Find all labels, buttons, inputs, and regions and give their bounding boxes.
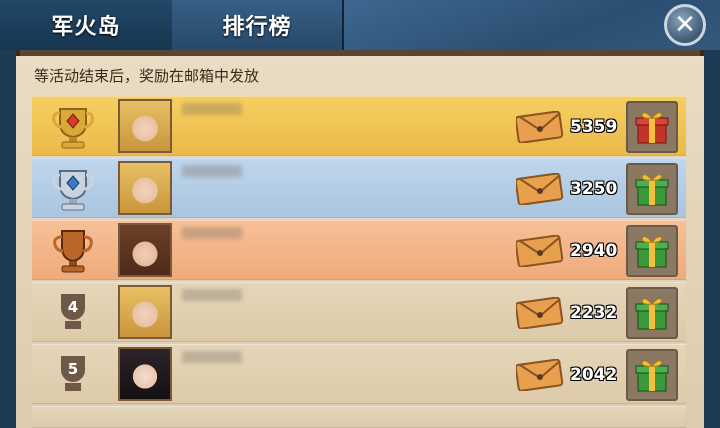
reward-slot[interactable] xyxy=(626,349,678,401)
gold-trophy-icon xyxy=(32,97,114,155)
blonde-woman-avatar[interactable] xyxy=(118,161,172,215)
tab-leaderboard[interactable]: 排行榜 xyxy=(172,0,344,50)
envelope-icon xyxy=(516,173,564,205)
tab-label: 排行榜 xyxy=(222,15,292,40)
dark-hair-woman-avatar[interactable] xyxy=(118,347,172,401)
close-icon: ✕ xyxy=(674,10,696,40)
player-name-blurred xyxy=(182,227,242,239)
envelope-icon xyxy=(516,297,564,329)
blonde-woman-avatar[interactable] xyxy=(118,285,172,339)
score-value: 2940 xyxy=(570,241,618,261)
score-value: 2232 xyxy=(570,303,618,323)
leaderboard-row-partial xyxy=(32,406,686,428)
reward-slot[interactable] xyxy=(626,225,678,277)
leaderboard-row: 5359 xyxy=(32,96,686,156)
bronze-trophy-icon xyxy=(32,221,114,279)
green-gift-box-icon xyxy=(635,360,669,392)
green-gift-box-icon xyxy=(635,298,669,330)
reward-notice: 等活动结束后，奖励在邮箱中发放 xyxy=(34,67,260,85)
envelope-icon xyxy=(516,235,564,267)
red-gift-box-icon xyxy=(635,112,669,144)
rank-badge-icon: 4 xyxy=(32,283,114,341)
reward-slot[interactable] xyxy=(626,287,678,339)
player-name-blurred xyxy=(182,289,242,301)
tab-label: 军火岛 xyxy=(51,15,121,40)
blonde-woman-avatar[interactable] xyxy=(118,99,172,153)
silver-trophy-icon xyxy=(32,159,114,217)
tab-arsenal-island[interactable]: 军火岛 xyxy=(0,0,174,50)
reward-slot[interactable] xyxy=(626,163,678,215)
score-value: 2042 xyxy=(570,365,618,385)
reward-slot[interactable] xyxy=(626,101,678,153)
player-name-blurred xyxy=(182,351,242,363)
rank-number: 5 xyxy=(67,360,79,378)
rank-number: 4 xyxy=(67,298,79,316)
leaderboard-row: 5 2042 xyxy=(32,344,686,404)
leaderboard-row: 3250 xyxy=(32,158,686,218)
leaderboard-row: 2940 xyxy=(32,220,686,280)
score-value: 5359 xyxy=(570,117,618,137)
close-button[interactable]: ✕ xyxy=(664,4,706,46)
leaderboard-row: 4 2232 xyxy=(32,282,686,342)
rank-badge-icon: 5 xyxy=(32,345,114,403)
player-name-blurred xyxy=(182,103,242,115)
green-gift-box-icon xyxy=(635,174,669,206)
envelope-icon xyxy=(516,111,564,143)
brown-hair-woman-avatar[interactable] xyxy=(118,223,172,277)
green-gift-box-icon xyxy=(635,236,669,268)
envelope-icon xyxy=(516,359,564,391)
score-value: 3250 xyxy=(570,179,618,199)
player-name-blurred xyxy=(182,165,242,177)
